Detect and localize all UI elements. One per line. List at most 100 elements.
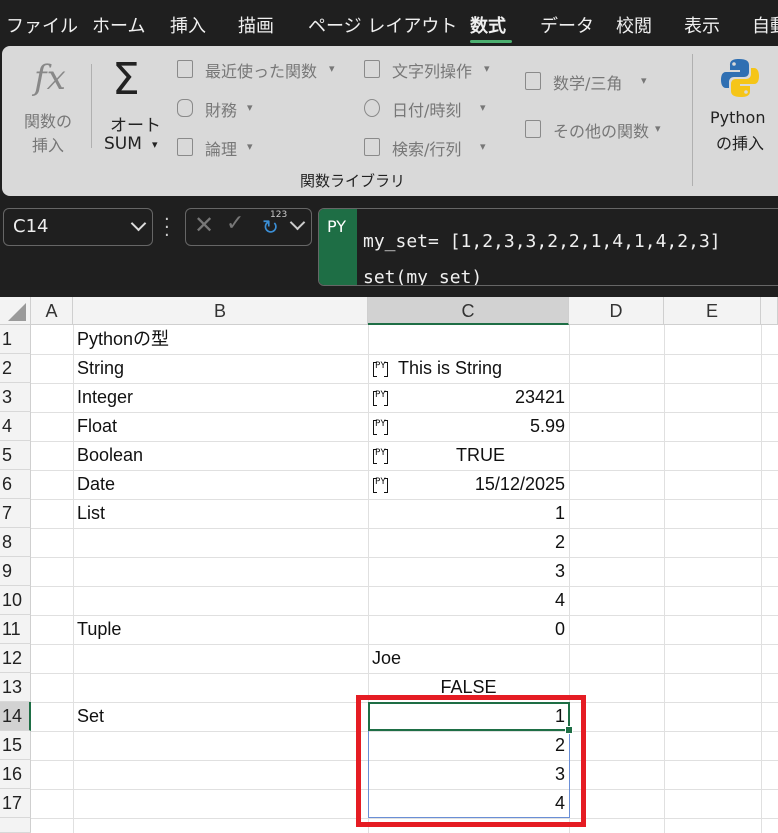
financial-button[interactable]: 財務 ▾ [177, 97, 267, 123]
datetime-label: 日付/時刻 [392, 101, 462, 120]
cell-c7[interactable]: 1 [372, 499, 565, 528]
cell-b5[interactable]: Boolean [77, 441, 143, 470]
autosum-label-1: オート [110, 116, 161, 136]
python-object-icon[interactable]: PY [373, 361, 388, 377]
fx-icon: fx [34, 58, 66, 98]
tab-automate[interactable]: 自動 [752, 12, 778, 38]
column-header-a[interactable]: A [31, 297, 73, 325]
ribbon-separator [692, 54, 693, 186]
cell-c3[interactable]: 23421 [398, 383, 565, 412]
row-header-8[interactable]: 8 [0, 528, 31, 557]
row-header-6[interactable]: 6 [0, 470, 31, 499]
tab-data[interactable]: データ [540, 12, 594, 38]
cell-c10[interactable]: 4 [372, 586, 565, 615]
row-header-11[interactable]: 11 [0, 615, 31, 644]
row-header-4[interactable]: 4 [0, 412, 31, 441]
gridline [73, 325, 74, 833]
insert-function-button[interactable]: fx 関数の 挿入 [12, 56, 88, 156]
sigma-icon: Σ [112, 54, 140, 105]
more-dots-icon [525, 120, 541, 138]
star-icon [177, 60, 193, 78]
lookup-button[interactable]: 検索/行列 ▾ [364, 136, 514, 162]
column-header-f[interactable] [761, 297, 778, 325]
cell-c11[interactable]: 0 [372, 615, 565, 644]
select-all-corner[interactable] [0, 297, 31, 325]
python-object-icon[interactable]: PY [373, 448, 388, 464]
python-object-icon[interactable]: PY [373, 419, 388, 435]
row-header-16[interactable]: 16 [0, 760, 31, 789]
row-header-10[interactable]: 10 [0, 586, 31, 615]
cell-b7[interactable]: List [77, 499, 105, 528]
cancel-icon[interactable]: ✕ [194, 211, 214, 239]
chevron-down-icon: ▾ [480, 101, 486, 114]
confirm-icon[interactable]: ✓ [226, 211, 244, 236]
cell-c6[interactable]: 15/12/2025 [398, 470, 565, 499]
insert-function-label-1: 関数の [24, 112, 73, 131]
python-mode-indicator: PY [319, 209, 357, 285]
cell-c5[interactable]: TRUE [398, 441, 563, 470]
row-header-13[interactable]: 13 [0, 673, 31, 702]
cell-b14[interactable]: Set [77, 702, 104, 731]
row-header-17[interactable]: 17 [0, 789, 31, 818]
column-header-b[interactable]: B [73, 297, 368, 325]
formula-input[interactable]: PY my_set= [1,2,3,3,2,2,1,4,1,4,2,3] set… [318, 208, 778, 286]
cell-b4[interactable]: Float [77, 412, 117, 441]
tab-home[interactable]: ホーム [92, 12, 145, 38]
row-header-18[interactable] [0, 818, 31, 833]
row-header-7[interactable]: 7 [0, 499, 31, 528]
more-functions-button[interactable]: その他の関数 ▾ [525, 118, 675, 144]
more-options-icon[interactable]: · · · [164, 211, 170, 245]
text-a-icon [364, 60, 380, 78]
chevron-down-icon: ▾ [480, 140, 486, 153]
tab-formulas[interactable]: 数式 [470, 12, 506, 38]
cell-c8[interactable]: 2 [372, 528, 565, 557]
cell-c4[interactable]: 5.99 [398, 412, 565, 441]
chevron-down-icon[interactable] [289, 214, 306, 231]
row-header-12[interactable]: 12 [0, 644, 31, 673]
more-functions-label: その他の関数 [553, 122, 650, 141]
tab-page-layout[interactable]: ページ レイアウト [308, 12, 457, 38]
datetime-button[interactable]: 日付/時刻 ▾ [364, 97, 514, 123]
cell-b6[interactable]: Date [77, 470, 115, 499]
row-header-9[interactable]: 9 [0, 557, 31, 586]
row-header-5[interactable]: 5 [0, 441, 31, 470]
autosum-button[interactable]: Σ オート SUM ▾ [100, 56, 168, 156]
cell-b2[interactable]: String [77, 354, 124, 383]
tab-view[interactable]: 表示 [684, 12, 720, 38]
logical-label: 論理 [205, 140, 238, 159]
tab-file[interactable]: ファイル [6, 12, 78, 38]
row-header-1[interactable]: 1 [0, 325, 31, 354]
formula-line-2: set(my_set) [363, 267, 483, 286]
cell-b11[interactable]: Tuple [77, 615, 121, 644]
formula-bar: C14 · · · ✕ ✓ ↻ 123 PY my_set= [1,2,3,3,2,… [0, 196, 778, 296]
insert-python-button[interactable]: Python の挿入 [706, 54, 778, 154]
cell-b1[interactable]: Pythonの型 [77, 325, 169, 354]
cell-b3[interactable]: Integer [77, 383, 133, 412]
column-header-e[interactable]: E [664, 297, 761, 325]
cell-c12[interactable]: Joe [372, 644, 401, 673]
tab-draw[interactable]: 描画 [238, 12, 274, 38]
column-header-c[interactable]: C [368, 297, 569, 325]
logical-button[interactable]: 論理 ▾ [177, 136, 267, 162]
row-header-3[interactable]: 3 [0, 383, 31, 412]
name-box[interactable]: C14 [3, 208, 153, 246]
python-mode-label: PY [327, 217, 347, 236]
math-trig-button[interactable]: 数学/三角 ▾ [525, 70, 665, 96]
python-object-icon[interactable]: PY [373, 477, 388, 493]
tab-review[interactable]: 校閲 [616, 12, 652, 38]
lookup-label: 検索/行列 [392, 140, 462, 159]
tab-insert[interactable]: 挿入 [170, 12, 206, 38]
cell-c9[interactable]: 3 [372, 557, 565, 586]
cell-c2[interactable]: This is String [398, 354, 502, 383]
column-header-d[interactable]: D [569, 297, 664, 325]
python-object-icon[interactable]: PY [373, 390, 388, 406]
text-functions-button[interactable]: 文字列操作 ▾ [364, 58, 514, 84]
financial-label: 財務 [205, 101, 238, 120]
ribbon-separator [91, 64, 92, 148]
recently-used-button[interactable]: 最近使った関数 ▾ [177, 58, 347, 84]
math-trig-label: 数学/三角 [553, 74, 623, 93]
row-header-14[interactable]: 14 [0, 702, 31, 731]
row-header-2[interactable]: 2 [0, 354, 31, 383]
search-icon [364, 138, 380, 156]
row-header-15[interactable]: 15 [0, 731, 31, 760]
